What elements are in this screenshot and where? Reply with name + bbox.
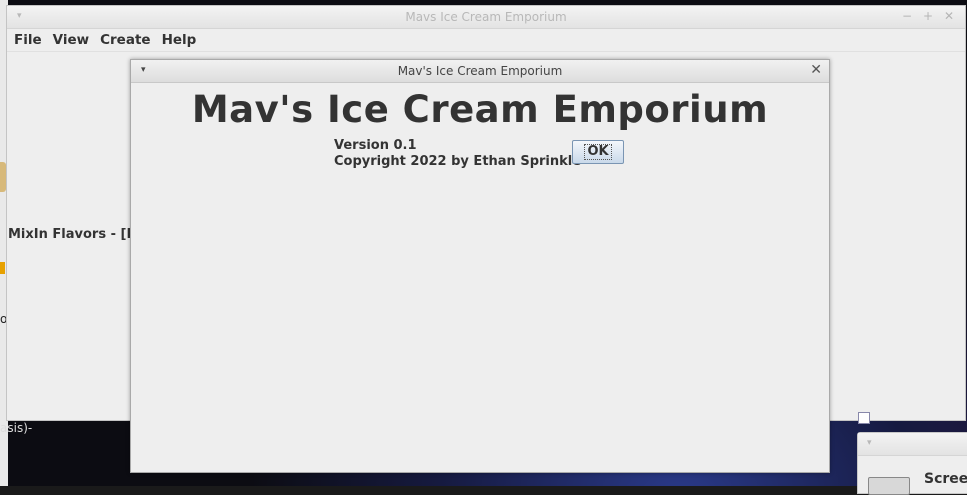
- dialog-title: Mav's Ice Cream Emporium: [397, 64, 563, 78]
- menu-file[interactable]: File: [13, 32, 49, 48]
- ok-button-label: OK: [584, 144, 612, 160]
- menu-create[interactable]: Create: [99, 32, 157, 48]
- close-icon[interactable]: ✕: [944, 9, 954, 23]
- minimize-icon[interactable]: −: [902, 9, 912, 23]
- dialog-heading: Mav's Ice Cream Emporium: [191, 88, 769, 131]
- mixin-flavors-label: MixIn Flavors - [Ki: [8, 227, 141, 242]
- maximize-icon[interactable]: +: [923, 9, 933, 23]
- about-dialog: ▾ Mav's Ice Cream Emporium ✕ Mav's Ice C…: [130, 59, 830, 473]
- dialog-titlebar[interactable]: ▾ Mav's Ice Cream Emporium ✕: [131, 60, 829, 83]
- partial-window-label: Screen: [924, 471, 967, 487]
- version-text: Version 0.1: [334, 138, 417, 153]
- dialog-close-icon[interactable]: ✕: [810, 62, 822, 78]
- partial-background-window[interactable]: ▾ Screen: [857, 432, 967, 495]
- copyright-text: Copyright 2022 by Ethan Sprinkle: [334, 154, 582, 169]
- arrow-icon: [0, 262, 5, 274]
- dialog-info: Version 0.1 Copyright 2022 by Ethan Spri…: [334, 138, 581, 170]
- menu-help[interactable]: Help: [161, 32, 204, 48]
- menu-view[interactable]: View: [52, 32, 96, 48]
- window-menu-icon[interactable]: ▾: [867, 438, 872, 448]
- partial-window-titlebar[interactable]: ▾: [858, 433, 967, 456]
- terminal-snippet: asis)-: [0, 421, 33, 435]
- screenshot-app-icon: [868, 477, 910, 495]
- menubar: File View Create Help: [7, 29, 965, 52]
- background-window-corner: [858, 412, 870, 424]
- main-titlebar[interactable]: ▾ Mavs Ice Cream Emporium − + ✕: [7, 6, 965, 29]
- ok-button[interactable]: OK: [572, 140, 624, 164]
- main-window-title: Mavs Ice Cream Emporium: [405, 10, 567, 24]
